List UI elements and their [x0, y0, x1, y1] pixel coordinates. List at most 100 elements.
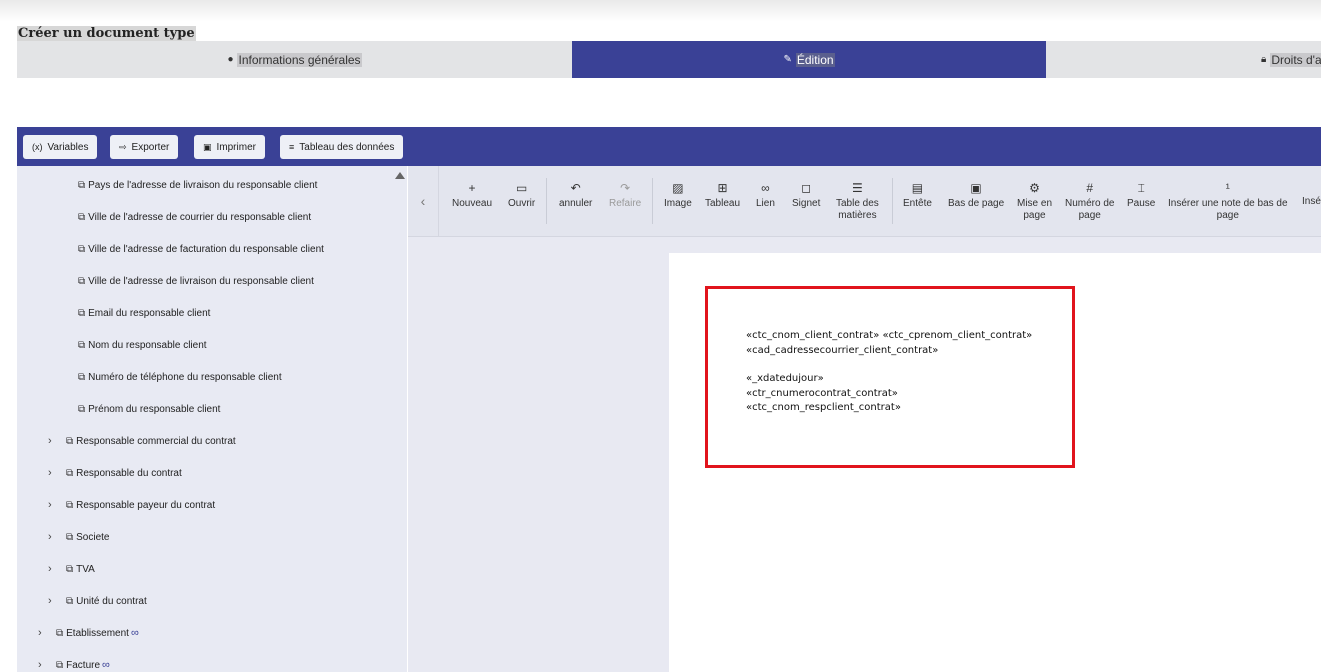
imprimer-label: Imprimer: [216, 141, 256, 153]
copy-icon: ⧉: [66, 499, 74, 511]
numero-de-page-button[interactable]: # Numéro de page: [1065, 180, 1114, 222]
tab-label: Édition: [795, 52, 835, 67]
tableau-label: Tableau: [705, 198, 741, 209]
annuler-button[interactable]: ↶ annuler: [559, 180, 592, 210]
pause-button[interactable]: ⌶ Pause: [1127, 180, 1155, 210]
copy-icon: ⧉: [78, 307, 86, 319]
tableau-donnees-button[interactable]: ≡ Tableau des données: [280, 135, 404, 159]
chevron-right-icon[interactable]: ›: [48, 531, 58, 543]
tree-group[interactable]: › ⧉ Unité du contrat: [48, 592, 147, 610]
page-number-icon: #: [1086, 181, 1094, 195]
table-des-matieres-button[interactable]: ☰ Table des matières: [836, 180, 879, 222]
image-label: Image: [664, 198, 692, 209]
ouvrir-button[interactable]: ▭ Ouvrir: [508, 180, 535, 210]
separator: [652, 178, 653, 224]
tree-item-label: Ville de l'adresse de courrier du respon…: [88, 211, 312, 223]
tree-item[interactable]: ⧉ Pays de l'adresse de livraison du resp…: [78, 176, 317, 194]
bas-de-page-button[interactable]: ▣ Bas de page: [948, 180, 1004, 210]
tree-group[interactable]: › ⧉ Facture ∞: [38, 656, 110, 672]
infinity-icon: ∞: [102, 659, 110, 671]
document-line[interactable]: «ctc_cnom_respclient_contrat»: [746, 402, 901, 413]
image-button[interactable]: ▨ Image: [664, 180, 692, 210]
variables-button[interactable]: (x) Variables: [23, 135, 98, 159]
tree-item-label: Societe: [76, 531, 110, 543]
tree-item-label: Prénom du responsable client: [88, 403, 221, 415]
page-title: Créer un document type: [17, 26, 196, 42]
tree-item[interactable]: ⧉ Prénom du responsable client: [78, 400, 220, 418]
tab-bar: ● Informations générales ✎ Édition 🔒︎ Dr…: [17, 41, 1321, 78]
refaire-button[interactable]: ↷ Refaire: [609, 180, 641, 210]
exporter-button[interactable]: ⇨ Exporter: [110, 135, 179, 159]
copy-icon: ⧉: [66, 435, 74, 447]
tree-item-label: Numéro de téléphone du responsable clien…: [88, 371, 282, 383]
document-line[interactable]: «_xdatedujour»: [746, 373, 824, 384]
tree-item-label: Ville de l'adresse de facturation du res…: [88, 243, 324, 255]
tree-item[interactable]: ⧉ Email du responsable client: [78, 304, 210, 322]
numero-de-page-label-2: page: [1078, 210, 1101, 221]
export-icon: ⇨: [119, 141, 127, 152]
tree-group[interactable]: › ⧉ Etablissement ∞: [38, 624, 139, 642]
chevron-right-icon[interactable]: ›: [38, 659, 48, 671]
tree-group[interactable]: › ⧉ TVA: [48, 560, 95, 578]
scroll-up-arrow-icon[interactable]: [395, 172, 405, 179]
copy-icon: ⧉: [78, 211, 86, 223]
mise-en-page-label-1: Mise en: [1017, 198, 1053, 209]
imprimer-button[interactable]: ▣ Imprimer: [194, 135, 265, 159]
note-label-2: page: [1216, 210, 1239, 221]
copy-icon: ⧉: [56, 627, 64, 639]
chevron-right-icon[interactable]: ›: [48, 435, 58, 447]
editor-toolbar: (x) Variables ⇨ Exporter ▣ Imprimer ≡ Ta…: [17, 127, 1321, 166]
tree-item[interactable]: ⧉ Ville de l'adresse de livraison du res…: [78, 272, 314, 290]
lock-icon: 🔒︎: [1261, 54, 1267, 65]
folder-icon: ▭: [515, 181, 528, 195]
chevron-right-icon[interactable]: ›: [48, 467, 58, 479]
tab-droits[interactable]: 🔒︎ Droits d'a: [1046, 41, 1321, 78]
ribbon-toolbar: ‹ + Nouveau ▭ Ouvrir ↶ annuler ↷ Refaire…: [408, 166, 1321, 237]
chevron-right-icon[interactable]: ›: [48, 563, 58, 575]
signet-button[interactable]: ◻ Signet: [792, 180, 820, 210]
tableau-donnees-label: Tableau des données: [299, 141, 395, 153]
tree-item[interactable]: ⧉ Ville de l'adresse de courrier du resp…: [78, 208, 311, 226]
mise-en-page-button[interactable]: ⚙ Mise en page: [1017, 180, 1052, 222]
tableau-button[interactable]: ⊞ Tableau: [705, 180, 740, 210]
tree-item[interactable]: ⧉ Ville de l'adresse de facturation du r…: [78, 240, 324, 258]
tree-item-label: Etablissement: [66, 627, 129, 639]
chevron-right-icon[interactable]: ›: [48, 499, 58, 511]
header-icon: ▤: [911, 181, 924, 195]
tree-item[interactable]: ⧉ Numéro de téléphone du responsable cli…: [78, 368, 282, 386]
copy-icon: ⧉: [78, 275, 86, 287]
lien-button[interactable]: ∞ Lien: [756, 180, 775, 210]
document-line[interactable]: «ctr_cnumerocontrat_contrat»: [746, 388, 898, 399]
tree-item-label: Unité du contrat: [76, 595, 147, 607]
inserer-note-bas-de-page-button[interactable]: ¹ Insérer une note de bas de page: [1168, 180, 1288, 222]
document-line[interactable]: «ctc_cnom_client_contrat» «ctc_cprenom_c…: [746, 330, 1032, 341]
tree-group[interactable]: › ⧉ Responsable commercial du contrat: [48, 432, 236, 450]
tab-label: Informations générales: [237, 52, 362, 67]
chevron-right-icon[interactable]: ›: [38, 627, 48, 639]
tree-group[interactable]: › ⧉ Responsable du contrat: [48, 464, 182, 482]
redo-icon: ↷: [620, 181, 631, 195]
inserer-more-button[interactable]: Insé: [1302, 196, 1321, 208]
copy-icon: ⧉: [78, 339, 86, 351]
variables-tree[interactable]: ⧉ Pays de l'adresse de livraison du resp…: [17, 166, 407, 672]
chevron-right-icon[interactable]: ›: [48, 595, 58, 607]
tree-item[interactable]: ⧉ Nom du responsable client: [78, 336, 207, 354]
tab-informations-generales[interactable]: ● Informations générales: [17, 41, 572, 78]
tree-item-label: TVA: [76, 563, 95, 575]
footnote-icon: ¹: [1225, 181, 1230, 195]
numero-de-page-label-1: Numéro de: [1065, 198, 1115, 209]
tree-item-label: Pays de l'adresse de livraison du respon…: [88, 179, 318, 191]
collapse-panel-chevron-left-icon[interactable]: ‹: [408, 166, 439, 236]
nouveau-button[interactable]: + Nouveau: [452, 180, 492, 210]
tree-group[interactable]: › ⧉ Responsable payeur du contrat: [48, 496, 215, 514]
tree-group[interactable]: › ⧉ Societe: [48, 528, 110, 546]
variables-label: Variables: [47, 141, 89, 153]
info-icon: ●: [227, 54, 234, 65]
tree-item-label: Responsable payeur du contrat: [76, 499, 216, 511]
document-line[interactable]: «cad_cadressecourrier_client_contrat»: [746, 345, 938, 356]
tab-edition[interactable]: ✎ Édition: [572, 41, 1046, 78]
entete-button[interactable]: ▤ Entête: [903, 180, 932, 210]
refaire-label: Refaire: [609, 198, 642, 209]
lien-label: Lien: [756, 198, 775, 209]
toc-icon: ☰: [852, 181, 863, 195]
